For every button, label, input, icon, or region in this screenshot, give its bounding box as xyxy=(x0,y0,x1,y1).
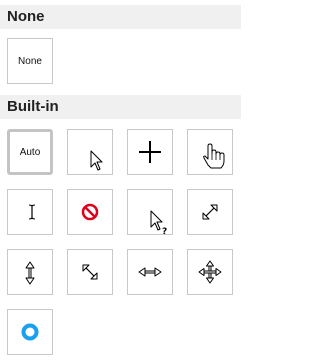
section-title-builtin: Built-in xyxy=(7,98,59,115)
crosshair-icon xyxy=(139,141,161,163)
cursor-tile-crosshair[interactable] xyxy=(127,129,173,175)
move-icon xyxy=(198,260,222,284)
nwse-resize-icon xyxy=(82,264,98,280)
ns-resize-icon xyxy=(25,261,35,285)
tile-label-none: None xyxy=(18,55,42,67)
cursor-tile-not-allowed[interactable] xyxy=(67,189,113,235)
cursor-tile-text[interactable] xyxy=(7,189,53,235)
nesw-resize-icon xyxy=(202,204,218,220)
section-header-builtin: Built-in xyxy=(0,95,241,119)
text-ibeam-icon xyxy=(28,204,36,220)
cursor-tile-progress[interactable] xyxy=(7,309,53,355)
cursor-tile-move[interactable] xyxy=(187,249,233,295)
cursor-tile-ew-resize[interactable] xyxy=(127,249,173,295)
cursor-tile-nwse-resize[interactable] xyxy=(67,249,113,295)
not-allowed-icon xyxy=(81,203,99,221)
arrow-pointer-icon xyxy=(90,150,103,171)
ew-resize-icon xyxy=(138,267,162,277)
cursor-tile-pointer[interactable] xyxy=(187,129,233,175)
hand-pointer-icon xyxy=(203,143,225,169)
section-header-none: None xyxy=(0,5,241,29)
help-arrow-icon: ? xyxy=(150,210,167,237)
progress-ring-icon xyxy=(21,323,39,341)
cursor-tile-default[interactable] xyxy=(67,129,113,175)
svg-text:?: ? xyxy=(162,227,167,237)
cursor-tile-help[interactable]: ? xyxy=(127,189,173,237)
cursor-tile-nesw-resize[interactable] xyxy=(187,189,233,235)
cursor-tile-auto[interactable]: Auto xyxy=(7,129,53,175)
section-title-none: None xyxy=(7,8,45,25)
cursor-tile-ns-resize[interactable] xyxy=(7,249,53,295)
cursor-tile-none[interactable]: None xyxy=(7,38,53,84)
tile-label-auto: Auto xyxy=(19,146,41,158)
